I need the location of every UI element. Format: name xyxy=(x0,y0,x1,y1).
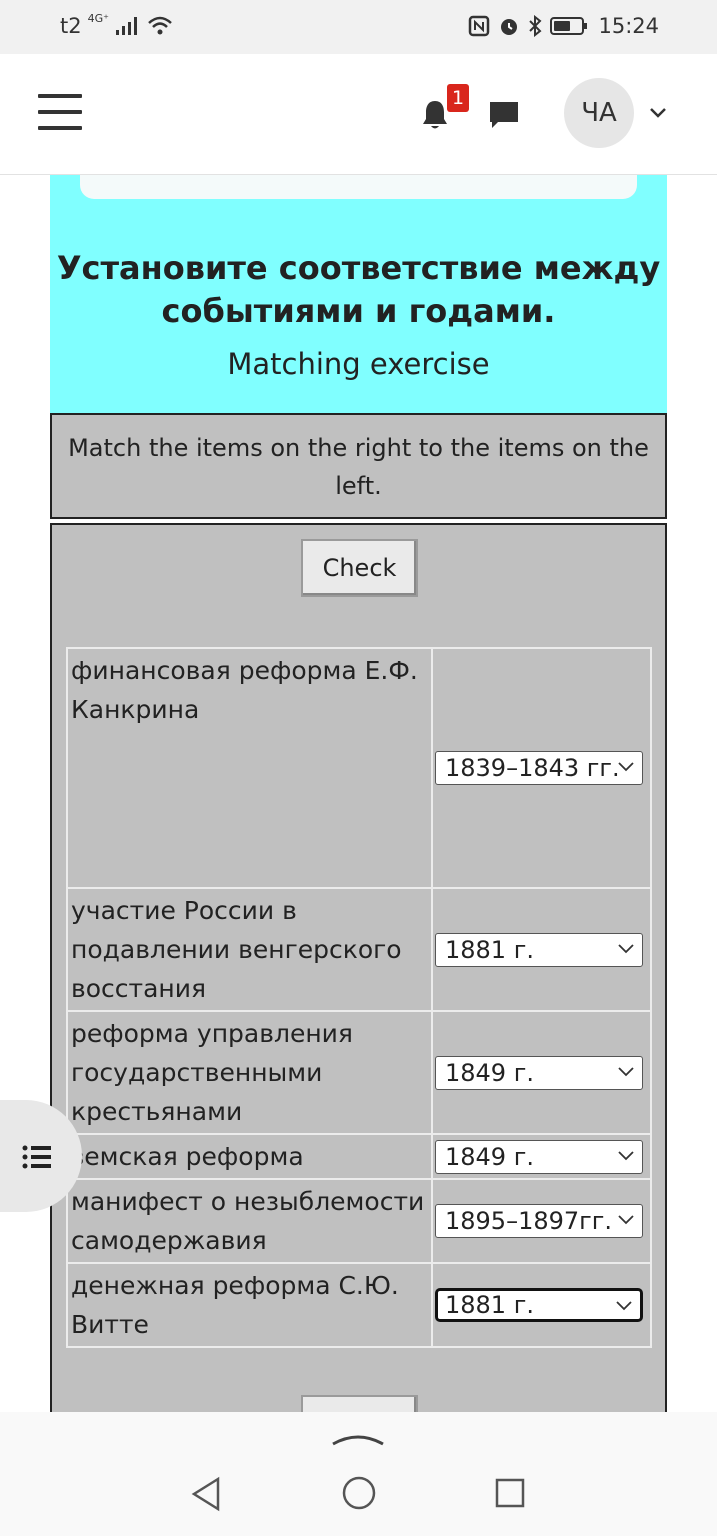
event-label: финансовая реформа Е.Ф. Канкрина xyxy=(66,647,433,889)
year-select[interactable]: 1881 г. xyxy=(435,1288,643,1322)
instructions-box: Match the items on the right to the item… xyxy=(50,413,667,519)
avatar[interactable]: ЧА xyxy=(564,78,634,148)
chevron-down-icon xyxy=(618,762,634,772)
bluetooth-icon xyxy=(529,15,542,37)
clock: 15:24 xyxy=(598,14,659,38)
year-select-value: 1839–1843 гг. xyxy=(445,754,620,782)
answer-cell: 1839–1843 гг. xyxy=(431,647,652,889)
quiz-header: Установите соответствие между событиями … xyxy=(50,175,667,413)
quiz-content: Установите соответствие между событиями … xyxy=(50,175,667,1412)
event-label: манифест о незыблемости самодержавия xyxy=(66,1178,433,1264)
home-circle-icon[interactable] xyxy=(342,1476,376,1510)
quiz-panel: Check финансовая реформа Е.Ф. Канкрина 18… xyxy=(50,523,667,1412)
year-select-value: 1849 г. xyxy=(445,1058,534,1087)
answer-cell: 1881 г. xyxy=(431,887,652,1012)
alarm-icon xyxy=(501,19,518,35)
table-row: реформа управления государственными крес… xyxy=(66,1010,652,1135)
table-row: денежная реформа С.Ю. Витте 1881 г. xyxy=(66,1262,652,1348)
chevron-down-icon xyxy=(618,943,634,953)
table-row: земская реформа 1849 г. xyxy=(66,1133,652,1180)
answer-cell: 1895–1897гг. xyxy=(431,1178,652,1264)
year-select-value: 1881 г. xyxy=(445,1291,534,1319)
answer-cell: 1849 г. xyxy=(431,1010,652,1135)
year-select[interactable]: 1881 г. xyxy=(435,932,643,967)
carrier-label: t2 xyxy=(60,14,82,38)
event-label: участие России в подавлении венгерского … xyxy=(66,887,433,1012)
nfc-icon xyxy=(469,15,490,37)
year-select-value: 1849 г. xyxy=(445,1142,534,1171)
chevron-up-icon[interactable] xyxy=(331,1428,385,1446)
network-label: 4G⁺ xyxy=(87,11,109,25)
chevron-down-icon xyxy=(618,1215,634,1225)
chevron-down-icon xyxy=(618,1150,634,1160)
page-title: Установите соответствие между событиями … xyxy=(56,249,661,330)
page-subtitle: Matching exercise xyxy=(227,347,490,381)
chevron-down-icon xyxy=(618,1066,634,1076)
check-button[interactable]: Check xyxy=(301,539,418,597)
check-button-bottom[interactable]: Check xyxy=(301,1395,418,1412)
header-card-edge xyxy=(80,175,637,199)
chevron-down-icon xyxy=(616,1301,632,1311)
app-header: 1 ЧА xyxy=(0,54,717,175)
chat-icon[interactable] xyxy=(487,98,521,132)
bell-icon[interactable] xyxy=(420,98,450,132)
chevron-down-icon[interactable] xyxy=(648,106,668,120)
table-row: манифест о незыблемости самодержавия 1895… xyxy=(66,1178,652,1264)
table-row: финансовая реформа Е.Ф. Канкрина 1839–184… xyxy=(66,647,652,889)
table-row: участие России в подавлении венгерского … xyxy=(66,887,652,1012)
event-label: реформа управления государственными крес… xyxy=(66,1010,433,1135)
wifi-icon xyxy=(148,16,172,35)
battery-icon xyxy=(550,17,588,35)
status-bar: t2 4G⁺ 15:24 xyxy=(0,0,717,54)
year-select-value: 1881 г. xyxy=(445,935,534,964)
back-triangle-icon[interactable] xyxy=(190,1476,222,1512)
event-label: земская реформа xyxy=(66,1133,433,1180)
system-nav-bar xyxy=(0,1412,717,1536)
hamburger-icon[interactable] xyxy=(38,94,82,130)
year-select[interactable]: 1849 г. xyxy=(435,1139,643,1174)
signal-icon xyxy=(115,17,137,35)
answer-cell: 1849 г. xyxy=(431,1133,652,1180)
notification-badge: 1 xyxy=(447,84,469,112)
recent-square-icon[interactable] xyxy=(495,1478,525,1508)
event-label: денежная реформа С.Ю. Витте xyxy=(66,1262,433,1348)
year-select[interactable]: 1839–1843 гг. xyxy=(435,751,643,785)
year-select[interactable]: 1895–1897гг. xyxy=(435,1204,643,1238)
list-icon xyxy=(22,1145,51,1169)
year-select-value: 1895–1897гг. xyxy=(445,1207,613,1235)
answer-cell: 1881 г. xyxy=(431,1262,652,1348)
year-select[interactable]: 1849 г. xyxy=(435,1055,643,1090)
matching-table: финансовая реформа Е.Ф. Канкрина 1839–184… xyxy=(66,647,652,1348)
